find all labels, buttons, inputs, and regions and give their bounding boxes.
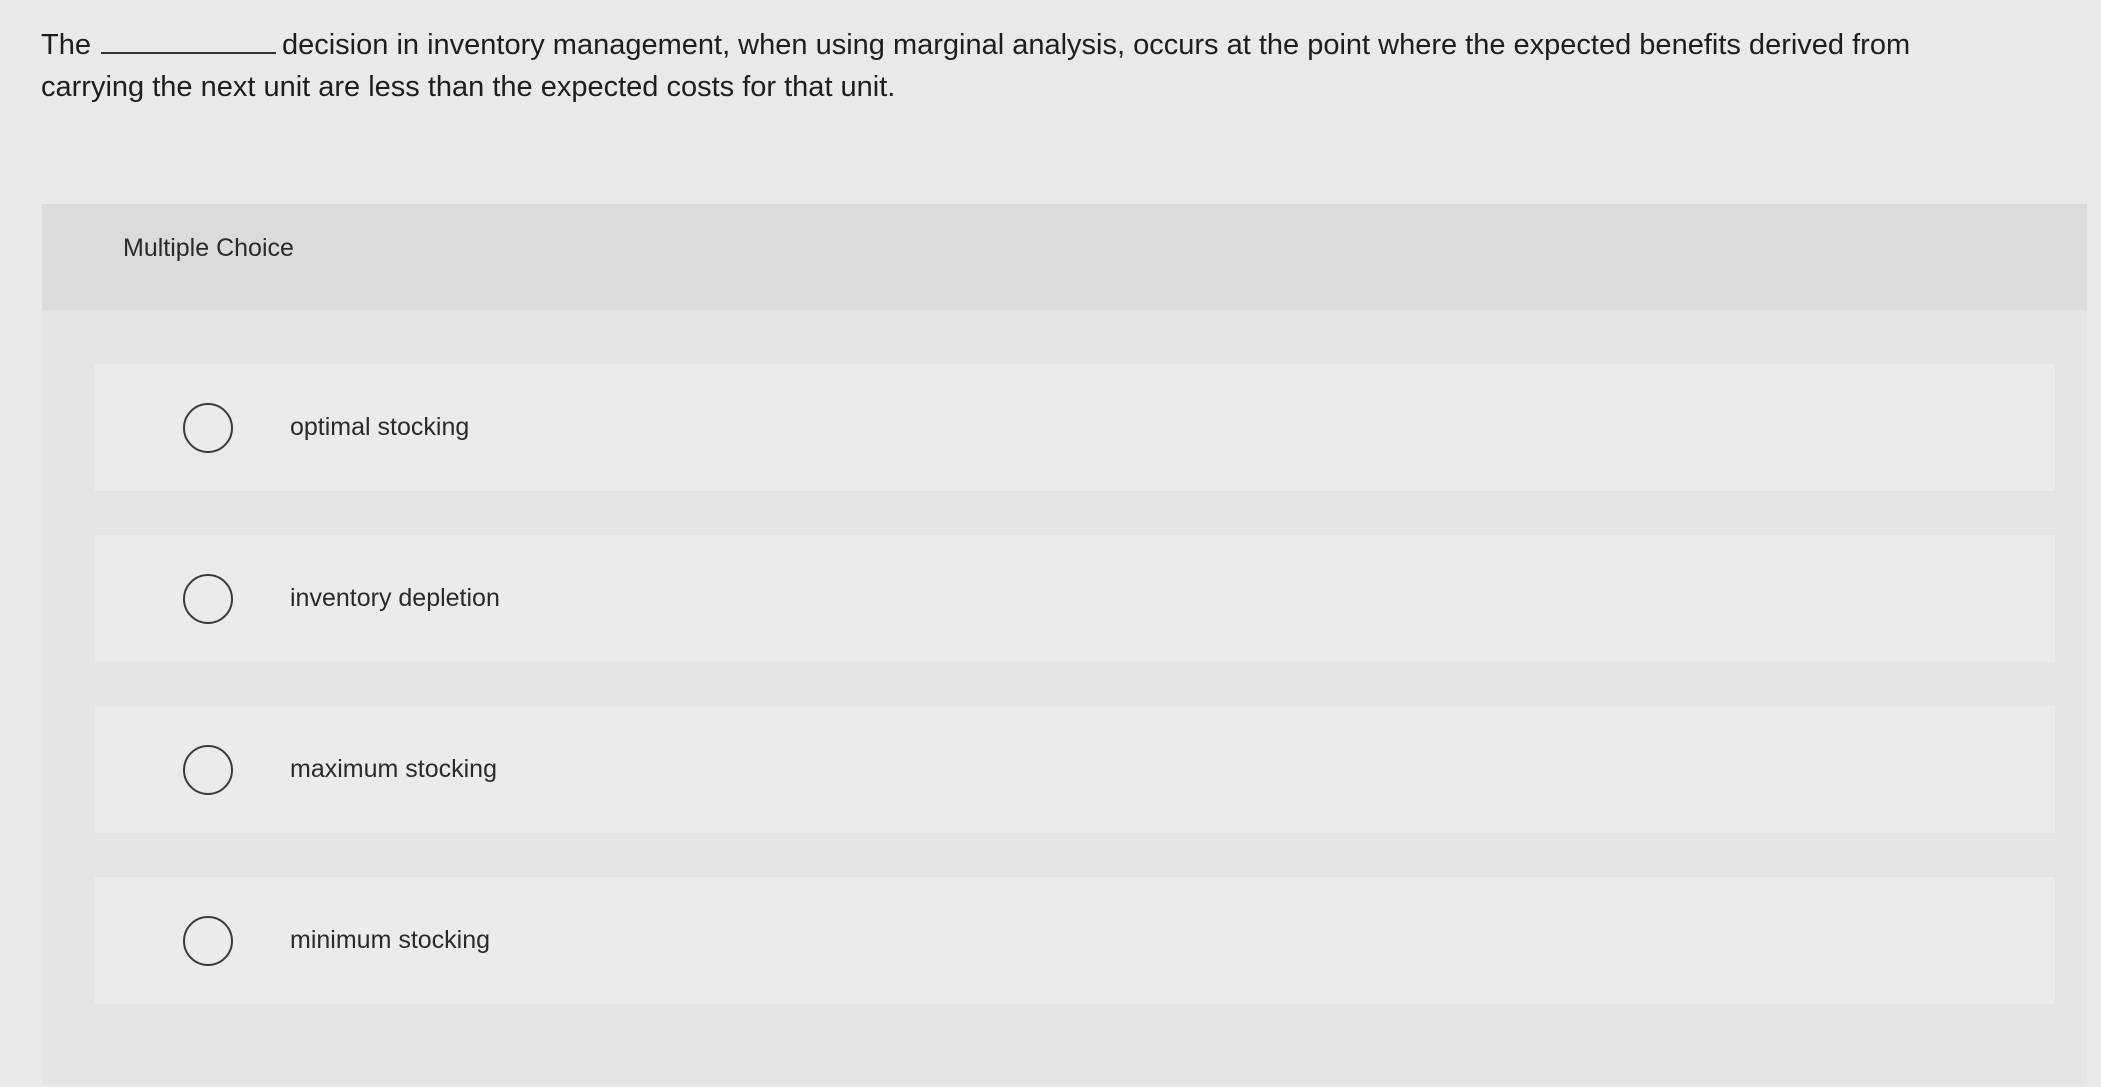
option-maximum-stocking[interactable]: maximum stocking [95,706,2055,833]
radio-button[interactable] [183,402,233,453]
radio-button[interactable] [183,915,233,966]
answer-options: optimal stocking inventory depletion max… [95,364,2055,1048]
option-label: optimal stocking [290,413,470,441]
option-inventory-depletion[interactable]: inventory depletion [95,535,2055,662]
panel-header: Multiple Choice [42,204,2087,310]
option-label: inventory depletion [290,584,500,612]
option-label: maximum stocking [290,755,497,783]
option-minimum-stocking[interactable]: minimum stocking [95,877,2055,1004]
option-label: minimum stocking [290,926,491,954]
answer-blank [100,22,276,54]
panel-title: Multiple Choice [123,234,294,262]
question-prefix: The [41,29,91,61]
option-optimal-stocking[interactable]: optimal stocking [95,364,2055,491]
radio-button[interactable] [183,573,233,624]
radio-button[interactable] [183,744,233,795]
question-suffix: decision in inventory management, when u… [41,29,1911,103]
multiple-choice-panel: Multiple Choice optimal stocking invento… [42,204,2087,1084]
question-text: The decision in inventory management, whe… [41,22,2021,108]
